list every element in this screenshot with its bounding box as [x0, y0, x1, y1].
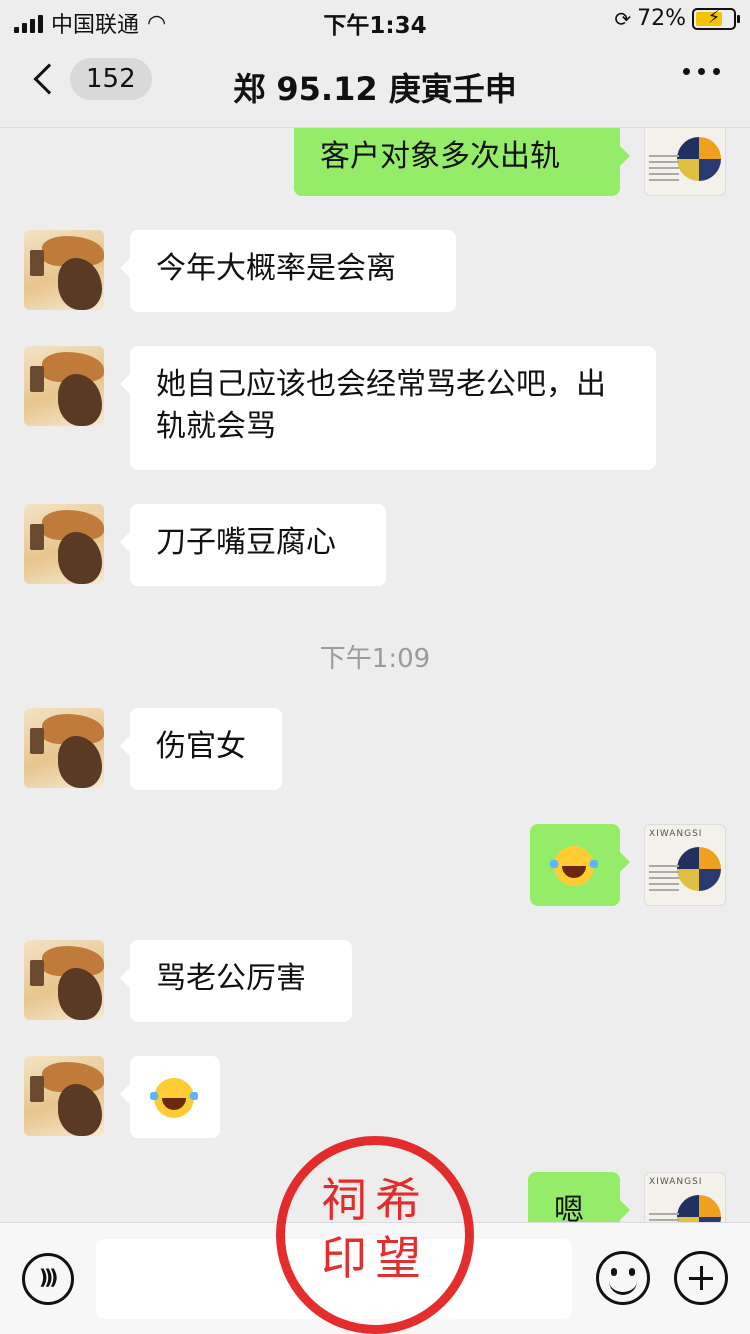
contact-avatar[interactable] [24, 346, 104, 426]
avatar-hair-graphic [58, 1084, 102, 1136]
message-bubble-in[interactable]: 刀子嘴豆腐心 [120, 504, 386, 586]
yin-yang-graphic [677, 1195, 721, 1222]
message-bubble-in[interactable]: 伤官女 [120, 708, 282, 790]
avatar-cup-graphic [30, 524, 44, 550]
avatar-cup-graphic [30, 728, 44, 754]
avatar-cup-graphic [30, 1076, 44, 1102]
contact-avatar[interactable] [24, 708, 104, 788]
message-bubble-out[interactable] [530, 824, 630, 906]
tears-of-joy-emoji-icon [550, 845, 598, 886]
message-bubble-in[interactable] [120, 1056, 220, 1138]
message-bubble-in[interactable]: 她自己应该也会经常骂老公吧，出轨就会骂 [120, 346, 656, 470]
battery-percent: 72% [637, 6, 686, 31]
message-text: 嗯 [554, 1193, 584, 1222]
avatar-hair-graphic [58, 258, 102, 310]
voice-input-button[interactable] [22, 1253, 74, 1305]
avatar-cup-graphic [30, 366, 44, 392]
my-avatar[interactable]: XIWANGSI [644, 824, 726, 906]
avatar-brand-text: XIWANGSI [649, 1177, 703, 1187]
contact-avatar[interactable] [24, 940, 104, 1020]
message-bubble-in[interactable]: 骂老公厉害 [120, 940, 352, 1022]
more-dot-icon [713, 68, 720, 75]
avatar-hair-graphic [58, 532, 102, 584]
status-right: ⟳ 72% ⚡ [614, 6, 740, 31]
status-bar: 中国联通 ◠ 下午1:34 ⟳ 72% ⚡ [0, 0, 750, 40]
avatar-lines-graphic [649, 155, 679, 185]
avatar-hair-graphic [58, 968, 102, 1020]
avatar-lines-graphic [649, 865, 679, 895]
more-actions-button[interactable] [674, 1251, 728, 1305]
my-avatar[interactable]: XIWANGSI [644, 1172, 726, 1222]
more-dot-icon [683, 68, 690, 75]
message-bubble-in[interactable]: 今年大概率是会离 [120, 230, 456, 312]
message-bubble-out[interactable]: 客户对象多次出轨 [294, 128, 630, 196]
yin-yang-graphic [677, 137, 721, 181]
seal-watermark: 祠希 印望 [276, 1136, 474, 1334]
avatar-brand-text: XIWANGSI [649, 829, 703, 839]
seal-line-2: 印望 [321, 1231, 429, 1285]
contact-avatar[interactable] [24, 504, 104, 584]
avatar-brand-text: XIWANGSI [649, 128, 702, 129]
message-text: 刀子嘴豆腐心 [156, 525, 336, 560]
message-text: 今年大概率是会离 [156, 251, 396, 286]
my-avatar[interactable]: XIWANGSI [644, 128, 726, 196]
contact-avatar[interactable] [24, 230, 104, 310]
seal-line-1: 祠希 [321, 1173, 429, 1227]
more-button[interactable] [683, 68, 720, 75]
yin-yang-graphic [677, 847, 721, 891]
avatar-hair-graphic [58, 736, 102, 788]
chat-message-list[interactable]: 客户对象多次出轨 XIWANGSI 今年大概率是会离 她自己应该也会经常骂老公吧… [0, 128, 750, 1222]
emoji-button[interactable] [596, 1251, 650, 1305]
chat-title: 郑 95.12 庚寅壬申 [233, 70, 517, 108]
avatar-cup-graphic [30, 250, 44, 276]
contact-avatar[interactable] [24, 1056, 104, 1136]
battery-icon: ⚡ [692, 6, 740, 30]
nav-bar: 152 郑 95.12 庚寅壬申 [0, 40, 750, 128]
message-text: 伤官女 [156, 729, 246, 764]
message-text: 她自己应该也会经常骂老公吧，出轨就会骂 [156, 367, 606, 444]
message-text: 客户对象多次出轨 [320, 139, 560, 174]
rotation-lock-icon: ⟳ [614, 6, 632, 31]
avatar-lines-graphic [649, 1213, 679, 1222]
more-dot-icon [698, 68, 705, 75]
tears-of-joy-emoji-icon [150, 1077, 198, 1118]
avatar-cup-graphic [30, 960, 44, 986]
message-text: 骂老公厉害 [156, 961, 306, 996]
message-timestamp: 下午1:09 [319, 644, 431, 674]
message-bubble-out[interactable]: 嗯 [528, 1172, 630, 1222]
avatar-hair-graphic [58, 374, 102, 426]
charging-bolt-icon: ⚡ [707, 6, 721, 28]
